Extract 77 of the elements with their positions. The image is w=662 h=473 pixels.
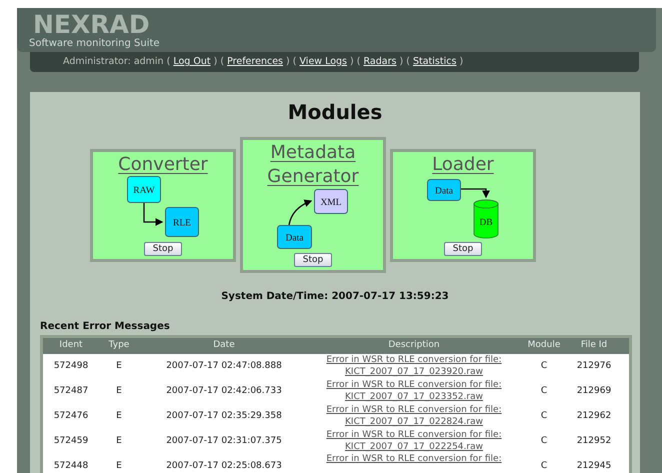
table-cell-text: 2007-07-17 02:47:08.888 <box>165 360 283 373</box>
arrow <box>461 188 490 198</box>
nav-link[interactable]: Statistics <box>412 56 456 67</box>
table-cell-text: 2007-07-17 02:31:07.375 <box>165 434 283 448</box>
table-cell-text: C <box>540 460 548 473</box>
description-link[interactable]: KICT_2007_07_17_022254.raw <box>309 442 519 453</box>
table-cell-text: C <box>540 434 548 448</box>
nav-link[interactable]: Preferences <box>227 56 283 67</box>
table-cell-text: C <box>540 410 548 423</box>
description-link[interactable]: KICT_2007_07_17_023352.raw <box>309 392 519 403</box>
table-cell-text: 212962 <box>576 410 612 423</box>
flow-node: RLE <box>165 207 199 237</box>
nav-link[interactable]: Radars <box>364 56 396 67</box>
table-cell-text: C <box>540 384 548 398</box>
description-link[interactable]: KICT_2007_07_17_022824.raw <box>309 416 519 428</box>
table-cell-text: E <box>115 410 123 423</box>
arrow <box>288 200 312 226</box>
table-cell-text: E <box>115 434 123 448</box>
table-cell-text: 212945 <box>576 460 612 473</box>
column-header: File Id <box>580 339 608 352</box>
module-title[interactable]: Metadata <box>270 142 356 164</box>
description-link[interactable]: Error in WSR to RLE conversion for file: <box>309 355 519 366</box>
table-cell-text: 572459 <box>52 434 90 448</box>
user-label: Administrator: admin <box>63 56 165 67</box>
page-title: Modules <box>286 100 384 124</box>
column-header: Date <box>212 339 236 352</box>
paren-text: ( <box>292 56 296 67</box>
section-title: Recent Error Messages <box>40 320 171 334</box>
column-header: Module <box>526 339 562 352</box>
table-cell-text: E <box>115 360 123 373</box>
description-link[interactable]: Error in WSR to RLE conversion for file: <box>309 405 519 416</box>
system-time: System Date/Time: 2007-07-17 13:59:23 <box>220 290 450 304</box>
table-cell-text: 572498 <box>52 360 90 373</box>
description-link[interactable]: Error in WSR to RLE conversion for file: <box>309 430 519 442</box>
flow-node: XML <box>314 189 348 214</box>
flow-node: RAW <box>127 176 161 203</box>
module-title[interactable]: Loader <box>432 154 494 176</box>
table-cell-text: E <box>115 384 123 398</box>
paren-text: ( <box>356 56 360 67</box>
stop-button[interactable]: Stop <box>294 253 332 267</box>
site-title: NEXRAD <box>33 12 150 37</box>
column-header: Type <box>108 339 130 352</box>
table-cell-text: 572448 <box>52 460 90 473</box>
module-title[interactable]: Converter <box>118 154 208 176</box>
table-cell-text: 212952 <box>576 434 612 448</box>
table-cell-text: C <box>540 360 548 373</box>
table-cell-text: 572487 <box>52 384 90 398</box>
table-cell-text: 212976 <box>576 360 612 373</box>
table-cell-text: 2007-07-17 02:35:29.358 <box>165 410 283 423</box>
description-link[interactable]: Error in WSR to RLE conversion for file: <box>309 454 519 466</box>
stop-button[interactable]: Stop <box>444 242 482 256</box>
arrow <box>143 203 164 226</box>
paren-text: ) <box>399 56 404 67</box>
module-title[interactable]: Generator <box>267 166 359 188</box>
paren-text: ) <box>214 56 218 67</box>
column-header: Description <box>387 339 441 352</box>
paren-text: ( <box>166 56 170 67</box>
paren-text: ( <box>220 56 224 67</box>
column-header: Ident <box>58 339 84 352</box>
stop-button[interactable]: Stop <box>144 242 182 256</box>
table-cell-text: 572476 <box>52 410 90 423</box>
table-cell-text: 2007-07-17 02:42:06.733 <box>165 384 283 398</box>
table-cell-text: 212969 <box>576 384 612 398</box>
paren-text: ) <box>459 56 464 67</box>
description-link[interactable]: Error in WSR to RLE conversion for file: <box>309 380 519 392</box>
nav-link[interactable]: View Logs <box>300 56 347 67</box>
table-cell-text: E <box>115 460 123 473</box>
paren-text: ) <box>350 56 354 67</box>
nav-link[interactable]: Log Out <box>173 56 211 67</box>
description-link[interactable]: KICT_2007_07_17_023920.raw <box>309 366 519 378</box>
flow-node: Data <box>427 179 461 201</box>
site-subtitle: Software monitoring Suite <box>29 38 160 50</box>
paren-text: ( <box>406 56 410 67</box>
table-cell-text: 2007-07-17 02:25:08.673 <box>165 460 283 473</box>
database-node: DB <box>474 200 498 238</box>
flow-node: Data <box>277 225 312 249</box>
paren-text: ) <box>286 56 290 67</box>
